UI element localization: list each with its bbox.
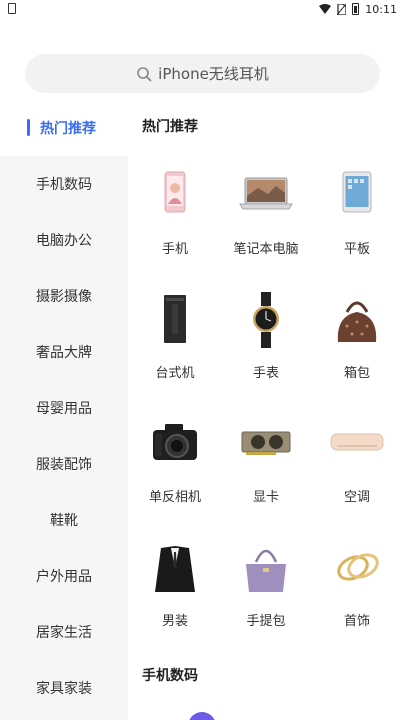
- active-indicator: [27, 119, 30, 136]
- category-item-tote[interactable]: 手提包: [221, 538, 311, 648]
- sidebar-item-label: 居家生活: [36, 625, 92, 641]
- watch-icon: [253, 292, 279, 348]
- sidebar-item-baby[interactable]: 母婴用品: [0, 380, 128, 436]
- search-placeholder: iPhone无线耳机: [158, 65, 269, 83]
- category-item-tablet[interactable]: 平板: [312, 166, 402, 276]
- smartphone-icon: [164, 171, 186, 213]
- sidebar-item-label: 鞋靴: [50, 513, 78, 529]
- status-time: 10:11: [365, 2, 397, 16]
- dslr-camera-icon: [153, 424, 197, 460]
- item-label: 笔记本电脑: [233, 242, 299, 257]
- tablet-icon: [342, 171, 372, 213]
- category-item-gpu[interactable]: 显卡: [221, 414, 311, 524]
- sidebar-item-computers[interactable]: 电脑办公: [0, 212, 128, 268]
- item-label: 首饰: [343, 614, 370, 629]
- search-bar[interactable]: iPhone无线耳机: [25, 54, 380, 93]
- sidebar-item-outdoor[interactable]: 户外用品: [0, 548, 128, 604]
- sidebar-item-furniture[interactable]: 家具家装: [0, 660, 128, 716]
- air-conditioner-icon: [330, 433, 384, 451]
- section-title: 热门推荐: [142, 119, 198, 135]
- sidebar-item-label: 摄影摄像: [36, 289, 92, 305]
- sidebar-item-label: 电脑办公: [36, 233, 92, 249]
- category-item-desktop[interactable]: 台式机: [130, 290, 220, 400]
- battery-icon: [352, 3, 360, 15]
- item-label: 显卡: [252, 490, 279, 505]
- category-item-luggage[interactable]: 箱包: [312, 290, 402, 400]
- sidebar-item-luxury[interactable]: 奢品大牌: [0, 324, 128, 380]
- sidebar-item-label: 奢品大牌: [36, 345, 92, 361]
- sim-card-icon: [8, 3, 16, 14]
- section-title-next: 手机数码: [142, 668, 198, 684]
- no-sim-icon: [337, 3, 347, 15]
- sidebar-item-label: 母婴用品: [36, 401, 92, 417]
- sidebar-item-apparel[interactable]: 服装配饰: [0, 436, 128, 492]
- sidebar-item-photography[interactable]: 摄影摄像: [0, 268, 128, 324]
- graphics-card-icon: [241, 431, 291, 455]
- tote-bag-icon: [246, 549, 286, 592]
- sidebar-item-phones[interactable]: 手机数码: [0, 156, 128, 212]
- item-label: 手提包: [246, 614, 286, 629]
- sidebar-item-label: 家具家装: [36, 681, 92, 697]
- item-label: 台式机: [155, 366, 195, 381]
- sidebar-item-label: 手机数码: [36, 177, 92, 193]
- sidebar-item-home[interactable]: 居家生活: [0, 604, 128, 660]
- item-label: 平板: [343, 242, 370, 257]
- sidebar-item-label: 户外用品: [36, 569, 92, 585]
- sidebar-item-shoes[interactable]: 鞋靴: [0, 492, 128, 548]
- category-thumbnail-icon[interactable]: [188, 712, 216, 720]
- item-label: 手表: [252, 366, 279, 381]
- sidebar-item-hot[interactable]: 热门推荐: [0, 100, 128, 156]
- category-sidebar: 热门推荐 手机数码 电脑办公 摄影摄像 奢品大牌 母婴用品 服装配饰 鞋靴 户外…: [0, 100, 128, 720]
- category-item-laptop[interactable]: 笔记本电脑: [221, 166, 311, 276]
- handbag-icon: [337, 301, 377, 342]
- bracelet-icon: [337, 553, 379, 581]
- item-label: 箱包: [343, 366, 370, 381]
- item-label: 空调: [343, 490, 370, 505]
- sidebar-item-label: 服装配饰: [36, 457, 92, 473]
- item-label: 手机: [161, 242, 188, 257]
- item-label: 单反相机: [148, 490, 201, 505]
- laptop-icon: [239, 177, 293, 210]
- category-item-dslr[interactable]: 单反相机: [130, 414, 220, 524]
- suit-icon: [155, 546, 195, 592]
- item-label: 男装: [161, 614, 188, 629]
- search-icon: [137, 66, 152, 81]
- category-item-phone[interactable]: 手机: [130, 166, 220, 276]
- wifi-icon: [319, 4, 332, 14]
- category-item-menswear[interactable]: 男装: [130, 538, 220, 648]
- desktop-tower-icon: [164, 295, 186, 343]
- status-bar: 10:11: [0, 0, 405, 18]
- category-item-ac[interactable]: 空调: [312, 414, 402, 524]
- category-item-watch[interactable]: 手表: [221, 290, 311, 400]
- category-item-jewelry[interactable]: 首饰: [312, 538, 402, 648]
- sidebar-item-label: 热门推荐: [40, 121, 96, 137]
